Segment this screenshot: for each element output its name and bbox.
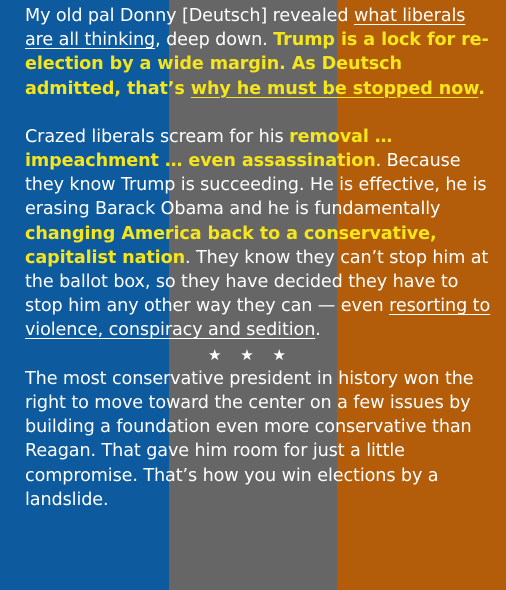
p1-text-b: , deep down. [155,30,274,51]
paragraph-3: The most conservative president in histo… [25,368,474,510]
p2-text-d: . [315,320,321,341]
p1-period: . [478,78,485,99]
star-separator: ★ ★ ★ [208,345,288,364]
paragraph-1: My old pal Donny [Deutsch] revealed what… [25,4,496,101]
p2-text-a: Crazed liberals scream for his [25,126,290,147]
p1-text-a: My old pal Donny [Deutsch] revealed [25,6,354,26]
article-text: My old pal Donny [Deutsch] revealed what… [0,0,506,512]
paragraph-2: Crazed liberals scream for his removal …… [25,125,496,343]
why-must-be-stopped-link[interactable]: why he must be stopped now [191,79,479,99]
